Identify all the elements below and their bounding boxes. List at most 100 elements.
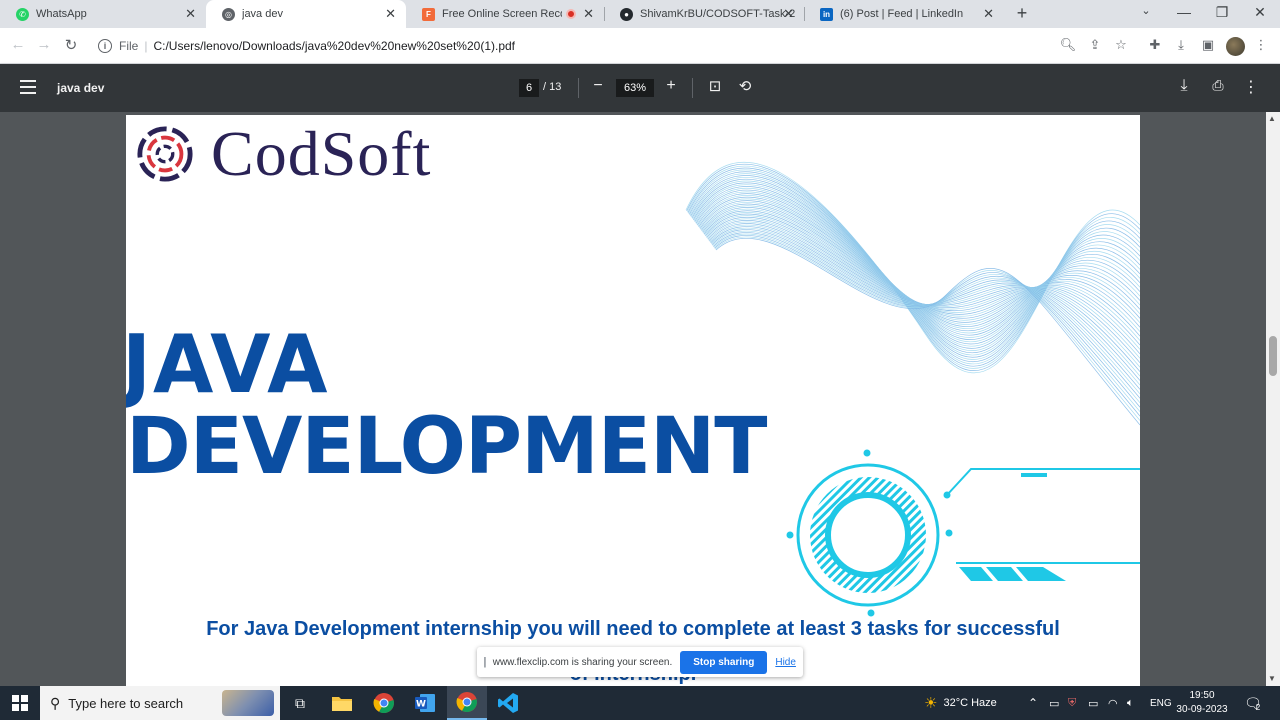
pdf-page: CodSoft JAVA DEVELOPMENT For Java Develo… — [126, 115, 1140, 686]
tab-github[interactable]: ● ShivamKrBU/CODSOFT-Task-2 ✕ — [604, 0, 804, 28]
windows-start-icon[interactable] — [12, 695, 28, 711]
show-hidden-icons[interactable]: ⌃ — [1028, 686, 1038, 720]
search-placeholder: Type here to search — [68, 695, 184, 711]
instruction-text: For Java Development internship you will… — [206, 618, 1060, 640]
scrollbar-thumb[interactable] — [1269, 336, 1277, 376]
linkedin-icon: in — [820, 7, 833, 21]
print-icon[interactable]: ⎙ — [1208, 77, 1228, 94]
clock[interactable]: 19:50 30-09-2023 — [1176, 689, 1228, 717]
zoom-icon[interactable]: 🔍︎ — [1059, 37, 1077, 53]
info-icon[interactable]: i — [98, 39, 112, 53]
zoom-input[interactable]: 63% — [616, 79, 654, 97]
taskbar-search[interactable]: ⚲ Type here to search — [40, 686, 280, 720]
bookmark-star-icon[interactable]: ☆ — [1112, 37, 1130, 53]
volume-icon[interactable]: 🔈︎ — [1127, 686, 1134, 720]
tab-title: Free Online Screen Recorder — [442, 8, 562, 20]
vscode-icon[interactable] — [496, 691, 520, 715]
word-icon[interactable]: W — [413, 691, 437, 715]
weather-text: 32°C Haze — [943, 697, 997, 709]
more-options-icon[interactable]: ⋮ — [1241, 77, 1261, 97]
browser-toolbar: ← → ↻ i File | C:/Users/lenovo/Downloads… — [0, 28, 1280, 64]
page-total: / 13 — [543, 81, 562, 93]
stop-sharing-button[interactable]: Stop sharing — [680, 650, 768, 674]
profile-avatar[interactable] — [1226, 37, 1245, 56]
recording-icon — [566, 9, 576, 19]
new-tab-button[interactable]: + — [1012, 3, 1032, 24]
hamburger-menu-icon[interactable] — [20, 80, 36, 94]
meet-now-icon[interactable]: ▭ — [1049, 686, 1059, 720]
page-number-input[interactable]: 6 — [519, 79, 539, 97]
hero-title-line2: DEVELOPMENT — [126, 402, 767, 492]
task-view-icon[interactable]: ⧉ — [288, 691, 312, 715]
search-highlight-image — [222, 690, 274, 716]
scroll-down-icon[interactable]: ▼ — [1268, 674, 1276, 683]
battery-icon[interactable]: ▭ — [1088, 686, 1098, 720]
hide-link[interactable]: Hide — [775, 657, 796, 668]
close-window-button[interactable]: ✕ — [1250, 4, 1270, 21]
share-message: www.flexclip.com is sharing your screen. — [492, 656, 673, 668]
close-icon[interactable]: ✕ — [185, 6, 196, 22]
close-icon[interactable]: ✕ — [385, 6, 396, 22]
url-text: C:/Users/lenovo/Downloads/java%20dev%20n… — [153, 39, 516, 53]
tab-java-dev[interactable]: ◎ java dev ✕ — [206, 0, 406, 28]
brand-name: CodSoft — [211, 118, 432, 189]
screen-share-banner: || www.flexclip.com is sharing your scre… — [477, 647, 803, 677]
hero-title-line1: JAVA — [126, 318, 330, 412]
svg-text:W: W — [416, 700, 426, 710]
back-button[interactable]: ← — [8, 36, 28, 53]
github-icon: ● — [620, 7, 633, 21]
language-indicator[interactable]: ENG — [1150, 686, 1172, 720]
notifications-icon[interactable]: 🗨︎ 2 — [1244, 686, 1262, 720]
tab-title: ShivamKrBU/CODSOFT-Task-2 — [640, 8, 796, 20]
drag-handle-icon[interactable]: || — [483, 656, 486, 668]
chrome-icon[interactable] — [372, 691, 396, 715]
pdf-title: java dev — [57, 81, 105, 95]
chrome-menu-icon[interactable]: ⋮ — [1252, 37, 1270, 53]
download-pdf-icon[interactable]: ⤓ — [1174, 77, 1194, 95]
url-scheme: File — [119, 39, 139, 53]
address-bar[interactable]: i File | C:/Users/lenovo/Downloads/java%… — [92, 32, 1142, 60]
windows-taskbar: ⚲ Type here to search ⧉ W ☀ 32°C Haze ⌃ … — [0, 686, 1280, 720]
codsoft-logo-icon — [137, 126, 193, 182]
globe-icon: ◎ — [222, 7, 235, 21]
tab-screen-recorder[interactable]: F Free Online Screen Recorder ✕ — [406, 0, 604, 28]
extensions-icon[interactable]: ✚ — [1146, 37, 1164, 53]
side-panel-icon[interactable]: ▣ — [1199, 37, 1217, 53]
reload-button[interactable]: ↻ — [61, 36, 81, 54]
security-icon[interactable]: ⛨ — [1068, 686, 1076, 720]
tab-linkedin[interactable]: in (6) Post | Feed | LinkedIn ✕ — [804, 0, 1004, 28]
wave-lines-graphic — [685, 162, 1140, 426]
flexclip-icon: F — [422, 7, 435, 21]
forward-button[interactable]: → — [34, 36, 54, 53]
close-icon[interactable]: ✕ — [983, 6, 994, 22]
fit-page-icon[interactable]: ⊡ — [705, 77, 725, 95]
tab-whatsapp[interactable]: ✆ WhatsApp ✕ — [0, 0, 206, 28]
search-icon: ⚲ — [50, 694, 61, 711]
network-icon[interactable]: ◠ — [1108, 686, 1118, 720]
clock-time: 19:50 — [1189, 690, 1215, 701]
file-explorer-icon[interactable] — [330, 691, 354, 715]
download-icon[interactable]: ⤓ — [1172, 37, 1190, 53]
zoom-out-button[interactable]: − — [588, 77, 608, 95]
pdf-viewer[interactable]: CodSoft JAVA DEVELOPMENT For Java Develo… — [0, 112, 1280, 686]
maximize-button[interactable]: ❐ — [1212, 4, 1232, 21]
pdf-toolbar: java dev 6 / 13 − 63% + ⊡ ⟲ ⤓ ⎙ ⋮ — [0, 64, 1280, 112]
notification-count: 2 — [1255, 702, 1261, 712]
close-icon[interactable]: ✕ — [583, 6, 594, 22]
share-icon[interactable]: ⇪ — [1086, 37, 1104, 53]
tab-title: WhatsApp — [36, 8, 87, 20]
clock-date: 30-09-2023 — [1176, 704, 1228, 715]
pdf-scrollbar[interactable] — [1266, 112, 1280, 686]
zoom-in-button[interactable]: + — [661, 77, 681, 95]
tab-title: (6) Post | Feed | LinkedIn — [840, 8, 964, 20]
rotate-icon[interactable]: ⟲ — [735, 77, 755, 95]
close-icon[interactable]: ✕ — [783, 6, 794, 22]
minimize-button[interactable]: — — [1174, 4, 1194, 20]
tab-title: java dev — [242, 8, 283, 20]
weather-haze-icon: ☀ — [924, 695, 938, 712]
scroll-up-icon[interactable]: ▲ — [1268, 114, 1276, 123]
weather-widget[interactable]: ☀ 32°C Haze — [924, 686, 997, 720]
tab-search-icon[interactable]: ⌄ — [1136, 4, 1156, 17]
tech-circle-graphic — [786, 449, 1140, 617]
chrome-active-icon[interactable] — [447, 686, 487, 720]
